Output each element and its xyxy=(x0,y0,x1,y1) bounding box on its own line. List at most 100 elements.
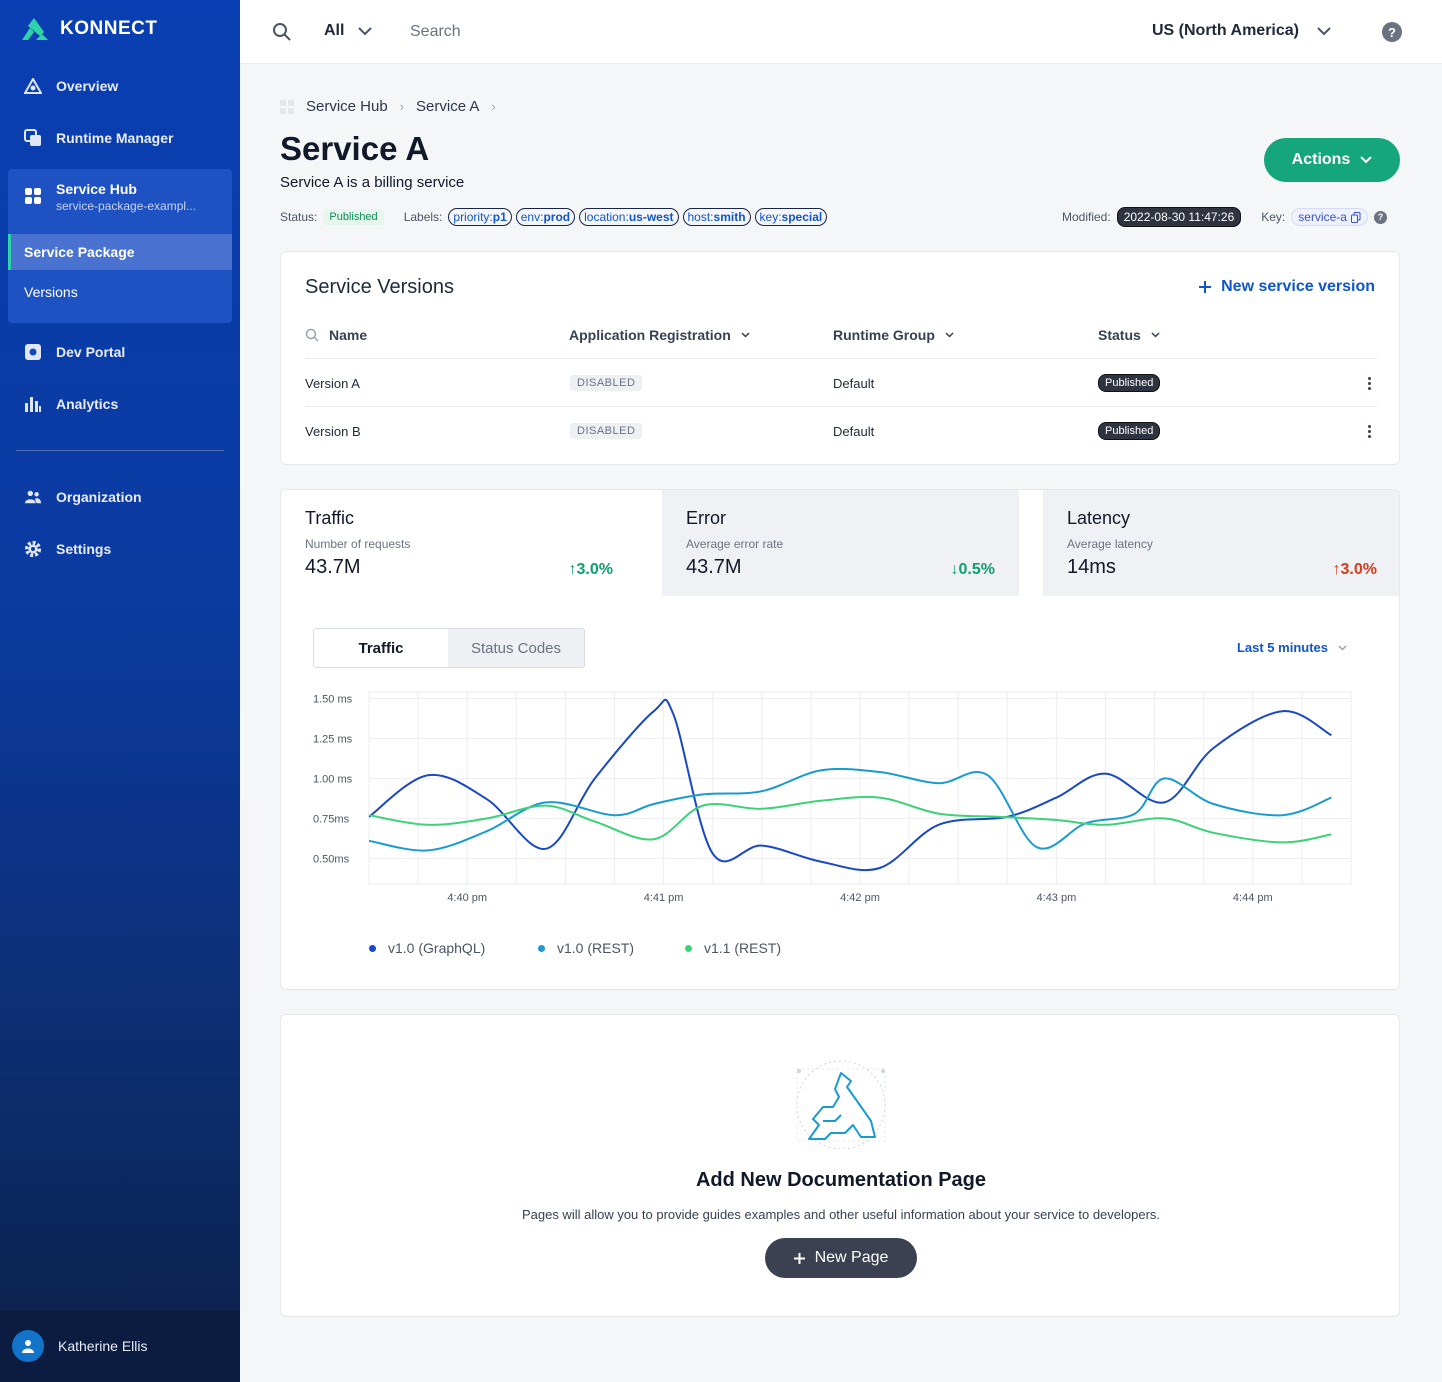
sidebar-item-label: Dev Portal xyxy=(56,344,126,360)
chevron-right-icon: › xyxy=(399,99,405,114)
version-name[interactable]: Version B xyxy=(305,424,361,439)
status-badge: Published xyxy=(323,209,384,225)
label-chip[interactable]: key:special xyxy=(754,208,828,226)
metric-value: 14ms xyxy=(1067,556,1116,578)
legend-item[interactable]: v1.0 (REST) xyxy=(538,940,634,956)
user-menu[interactable]: Katherine Ellis xyxy=(0,1310,240,1382)
status-badge: Published xyxy=(1098,422,1161,440)
label-chip[interactable]: location:us-west xyxy=(579,208,679,226)
search-scope-select[interactable]: All xyxy=(324,22,373,40)
metric-delta: ↑3.0% xyxy=(569,561,613,579)
key-value: service-a xyxy=(1298,210,1347,224)
tab-status-codes[interactable]: Status Codes xyxy=(448,629,584,667)
chevron-down-icon xyxy=(1338,644,1347,651)
key-chip[interactable]: service-a xyxy=(1291,208,1368,226)
search-icon xyxy=(305,328,319,342)
user-name: Katherine Ellis xyxy=(58,1338,148,1354)
dev-portal-icon xyxy=(24,343,42,361)
y-tick-label: 1.00 ms xyxy=(313,773,353,785)
help-icon[interactable]: ? xyxy=(1382,22,1402,42)
time-range-value: Last 5 minutes xyxy=(1236,640,1328,655)
label-chip[interactable]: priority:p1 xyxy=(448,208,512,226)
row-menu-icon[interactable] xyxy=(1361,423,1377,439)
sidebar-subitem-service-package[interactable]: Service Package xyxy=(8,234,232,270)
runtime-group: Default xyxy=(833,424,875,439)
chevron-down-icon xyxy=(945,332,954,338)
service-versions-card: Service Versions New service version Nam… xyxy=(280,251,1400,465)
chevron-down-icon xyxy=(1151,332,1160,338)
service-hub-icon xyxy=(280,99,294,114)
column-header-status[interactable]: Status xyxy=(1098,327,1160,343)
sidebar-item-runtime-manager[interactable]: Runtime Manager xyxy=(8,118,232,158)
plus-icon xyxy=(1199,281,1212,293)
time-range-select[interactable]: Last 5 minutes xyxy=(1237,640,1347,655)
sidebar-item-dev-portal[interactable]: Dev Portal xyxy=(8,332,232,372)
y-tick-label: 1.50 ms xyxy=(313,693,353,705)
sidebar-item-organization[interactable]: Organization xyxy=(8,477,232,517)
metric-delta: ↓0.5% xyxy=(951,561,995,579)
x-tick-label: 4:42 pm xyxy=(840,892,880,904)
version-name[interactable]: Version A xyxy=(305,376,360,391)
search-icon[interactable] xyxy=(272,22,292,47)
column-header-label: Status xyxy=(1098,327,1141,343)
sidebar-item-label: Organization xyxy=(56,489,142,505)
new-service-version-button[interactable]: New service version xyxy=(1199,278,1375,296)
search-input[interactable] xyxy=(410,16,1010,48)
row-menu-icon[interactable] xyxy=(1361,375,1377,391)
actions-button[interactable]: Actions xyxy=(1264,138,1400,182)
actions-label: Actions xyxy=(1291,151,1351,168)
metric-tab-latency[interactable]: Latency Average latency 14ms ↑3.0% xyxy=(1043,490,1399,596)
analytics-icon xyxy=(24,395,42,413)
column-header-name[interactable]: Name xyxy=(305,327,367,343)
chevron-down-icon xyxy=(358,26,373,35)
runtime-group: Default xyxy=(833,376,875,391)
sidebar-subitem-versions[interactable]: Versions xyxy=(8,274,232,310)
label-value: us-west xyxy=(628,210,674,224)
chevron-down-icon xyxy=(1360,156,1373,164)
metric-tab-traffic[interactable]: Traffic Number of requests 43.7M ↑3.0% xyxy=(281,490,637,596)
column-header-runtime-group[interactable]: Runtime Group xyxy=(833,327,954,343)
label-chip[interactable]: host:smith xyxy=(682,208,751,226)
sidebar-item-analytics[interactable]: Analytics xyxy=(8,384,232,424)
x-tick-label: 4:44 pm xyxy=(1233,892,1273,904)
documentation-card: Add New Documentation Page Pages will al… xyxy=(280,1014,1400,1317)
overview-icon xyxy=(24,77,42,95)
new-page-button[interactable]: New Page xyxy=(765,1238,917,1278)
metric-delta-value: 3.0% xyxy=(1340,561,1377,578)
copy-icon[interactable] xyxy=(1350,211,1361,223)
sidebar: KONNECT Overview Runtime Manager Service… xyxy=(0,0,240,1382)
label-key: priority: xyxy=(453,210,493,224)
kong-illustration-icon xyxy=(796,1060,886,1149)
sidebar-item-settings[interactable]: Settings xyxy=(8,529,232,569)
brand-logo[interactable]: KONNECT xyxy=(20,16,157,42)
breadcrumb: Service Hub › Service A › xyxy=(280,98,496,115)
tab-traffic[interactable]: Traffic xyxy=(314,629,448,667)
legend-item[interactable]: v1.0 (GraphQL) xyxy=(369,940,485,956)
breadcrumb-item[interactable]: Service Hub xyxy=(306,98,388,115)
column-header-application-registration[interactable]: Application Registration xyxy=(569,327,750,343)
metric-subtitle: Average latency xyxy=(1067,537,1153,551)
sidebar-item-overview[interactable]: Overview xyxy=(8,66,232,106)
help-icon[interactable]: ? xyxy=(1373,210,1387,224)
metric-delta-value: 3.0% xyxy=(576,561,613,578)
column-header-label: Application Registration xyxy=(569,327,731,343)
breadcrumb-item[interactable]: Service A xyxy=(416,98,479,115)
label-key: key: xyxy=(759,210,782,224)
y-tick-label: 0.50ms xyxy=(313,853,350,865)
docs-description: Pages will allow you to provide guides e… xyxy=(521,1207,1161,1222)
legend-label: v1.1 (REST) xyxy=(704,940,782,956)
plus-icon xyxy=(793,1252,805,1264)
legend-dot xyxy=(369,944,376,952)
label-value: special xyxy=(781,210,823,224)
arrow-down-icon: ↓ xyxy=(950,561,959,578)
search-scope-value: All xyxy=(324,22,345,39)
card-title: Service Versions xyxy=(305,276,454,298)
region-select[interactable]: US (North America) xyxy=(1152,22,1331,40)
legend-item[interactable]: v1.1 (REST) xyxy=(685,940,781,956)
divider xyxy=(305,358,1377,359)
y-tick-label: 1.25 ms xyxy=(313,733,353,745)
sidebar-item-service-hub[interactable]: Service Hub service-package-exampl... xyxy=(8,169,232,233)
settings-icon xyxy=(24,540,42,558)
metric-tab-error[interactable]: Error Average error rate 43.7M ↓0.5% xyxy=(662,490,1019,596)
label-chip[interactable]: env:prod xyxy=(515,208,576,226)
